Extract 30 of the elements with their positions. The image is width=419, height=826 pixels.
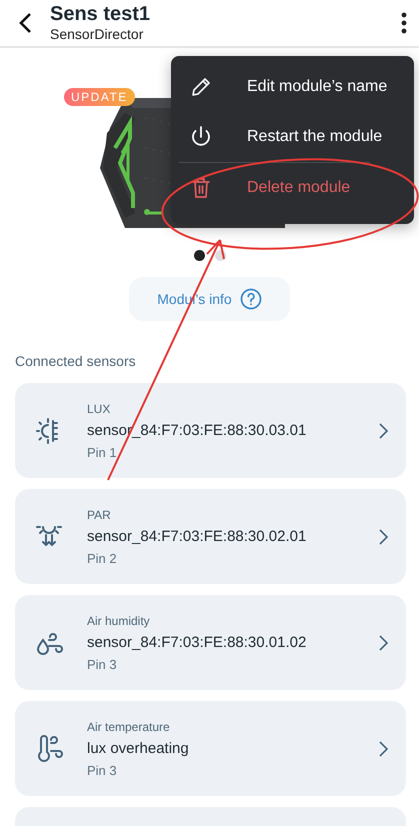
menu-item[interactable]: Edit module’s name: [171, 62, 414, 112]
sensor-type: Air humidity: [87, 614, 151, 628]
page-title: Sens test1: [50, 3, 152, 25]
pencil-icon: [190, 76, 212, 98]
sensor-card[interactable]: Air humidity sensor_84:F7:03:FE:88:30.01.02 Pin 3: [15, 595, 406, 690]
menu-item[interactable]: Restart the module: [171, 112, 414, 162]
section-title: Connected sensors: [15, 353, 137, 369]
chevron-right-icon: [379, 528, 388, 544]
sensor-name: sensor_84:F7:03:FE:88:30.01.02: [87, 634, 308, 650]
chevron-right-icon: [379, 740, 388, 756]
sensor-name: sensor_84:F7:03:FE:88:30.02.01: [87, 528, 308, 544]
update-badge: UPDATE: [64, 88, 135, 106]
chevron-right-icon: [379, 422, 388, 438]
chevron-right-icon: [379, 634, 388, 650]
sensor-pin: Pin 2: [87, 550, 118, 566]
sensor-type: Air temperature: [87, 720, 171, 734]
sensor-name: lux overheating: [87, 740, 190, 756]
sensor-card[interactable]: Air temperature lux overheating Pin 3: [15, 701, 406, 796]
sensor-type: LUX: [87, 402, 112, 416]
page-subtitle: SensorDirector: [50, 25, 144, 43]
help-icon: [240, 288, 262, 310]
thermometer-wind-icon: [35, 734, 65, 764]
sensor-pin: Pin 1: [87, 444, 118, 460]
sensor-pin: Pin 3: [87, 762, 118, 778]
carousel-dot[interactable]: [194, 250, 204, 261]
sensor-pin: Pin 3: [87, 656, 118, 672]
trash-icon: [191, 176, 211, 198]
sensor-card[interactable]: PAR sensor_84:F7:03:FE:88:30.02.01 Pin 2: [15, 489, 406, 584]
back-icon: [18, 12, 32, 34]
sensor-type: PAR: [87, 508, 112, 522]
